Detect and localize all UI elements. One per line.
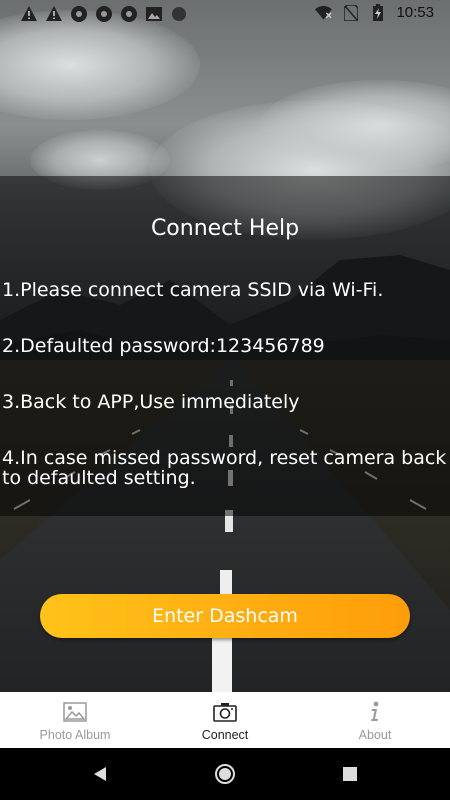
- nav-photo-album[interactable]: Photo Album: [0, 692, 150, 748]
- help-step-1: 1.Please connect camera SSID via Wi-Fi.: [2, 279, 384, 301]
- nav-photo-album-label: Photo Album: [39, 728, 111, 742]
- aperture-icon: [120, 5, 137, 22]
- circle-icon: [170, 5, 187, 22]
- aperture-icon: [70, 5, 87, 22]
- image-icon: [145, 5, 162, 22]
- aperture-icon: [95, 5, 112, 22]
- wifi-off-icon: [315, 4, 333, 21]
- home-icon[interactable]: [213, 762, 237, 786]
- clock: 10:53: [396, 4, 434, 21]
- back-icon[interactable]: [88, 762, 112, 786]
- connect-help-panel: Connect Help 1.Please connect camera SSI…: [0, 176, 450, 516]
- nav-about[interactable]: About: [300, 692, 450, 748]
- help-step-4: 4.In case missed password, reset camera …: [2, 447, 447, 489]
- nav-connect-label: Connect: [201, 728, 249, 742]
- warning-icon: [20, 5, 37, 22]
- camera-icon: [212, 700, 238, 724]
- info-icon: [362, 700, 388, 724]
- bottom-nav: Photo Album Connect About: [0, 692, 450, 748]
- battery-charging-icon: [369, 4, 386, 21]
- system-nav-bar: [0, 748, 450, 800]
- nav-connect[interactable]: Connect: [150, 692, 300, 748]
- nav-about-label: About: [358, 728, 392, 742]
- no-sim-icon: [342, 4, 359, 21]
- enter-dashcam-button[interactable]: Enter Dashcam: [40, 594, 410, 638]
- warning-icon: [45, 5, 62, 22]
- help-step-3: 3.Back to APP,Use immediately: [2, 391, 300, 413]
- recents-icon[interactable]: [338, 762, 362, 786]
- help-step-2: 2.Defaulted password:123456789: [2, 335, 325, 357]
- help-title: Connect Help: [150, 216, 300, 241]
- status-bar: 10:53: [0, 0, 450, 28]
- photo-icon: [62, 700, 88, 724]
